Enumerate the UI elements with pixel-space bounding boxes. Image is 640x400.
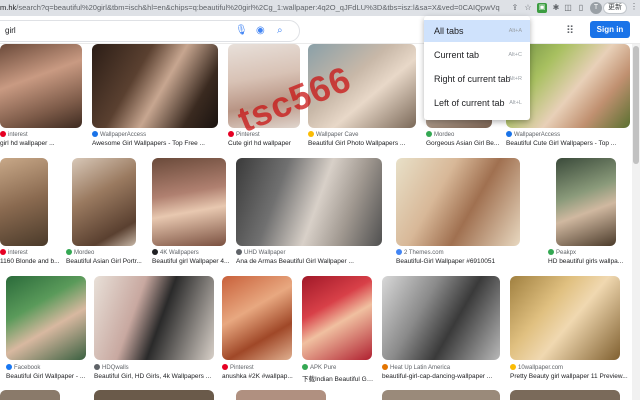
result-source: WallpaperAccess xyxy=(92,131,218,138)
result-source: WallpaperAccess xyxy=(506,131,630,138)
result-title[interactable]: HD beautiful girls wallpa... xyxy=(548,258,626,265)
page-scrollbar[interactable] xyxy=(632,44,640,400)
result-source: Mordeo xyxy=(426,131,494,138)
result-title[interactable]: Beautiful Girl Wallpaper - ... xyxy=(6,373,86,380)
result-source: Wallpaper Cave xyxy=(308,131,416,138)
result-thumbnail[interactable] xyxy=(510,390,620,400)
tab-search-icon[interactable]: ◫ xyxy=(563,3,573,13)
result-source: Mordeo xyxy=(66,249,144,256)
result-thumbnail[interactable] xyxy=(94,390,214,400)
extension-tab-icon[interactable]: ▣ xyxy=(537,3,547,13)
result-thumbnail[interactable] xyxy=(382,276,500,360)
tab-scope-menu: All tabs Alt+A Current tab Alt+C Right of … xyxy=(424,16,530,120)
result-thumbnail[interactable] xyxy=(0,158,48,246)
result-thumbnail[interactable] xyxy=(0,44,82,128)
result-title[interactable]: Gorgeous Asian Girl Be... xyxy=(426,140,504,147)
result-title[interactable]: Ana de Armas Beautiful Girl Wallpaper ..… xyxy=(236,258,382,265)
result-thumbnail[interactable] xyxy=(396,158,520,246)
share-icon[interactable]: ⇪ xyxy=(510,3,520,13)
search-header: girl 🎙 ◉ ⌕ ⠿ Sign in xyxy=(0,16,640,44)
result-source: Facebook xyxy=(6,364,86,371)
update-button[interactable]: 更新 xyxy=(603,2,627,14)
result-source: Heat Up Latin America xyxy=(382,364,500,371)
menu-item-left-of-current-tab[interactable]: Left of current tab Alt+L xyxy=(424,92,530,114)
result-title[interactable]: Beautiful Cute Girl Wallpapers - Top ... xyxy=(506,140,630,147)
image-search-icon[interactable]: ◉ xyxy=(256,25,265,37)
result-thumbnail[interactable] xyxy=(302,276,372,360)
menu-item-all-tabs[interactable]: All tabs Alt+A xyxy=(424,20,530,42)
search-box[interactable]: girl 🎙 ◉ ⌕ xyxy=(0,20,300,42)
result-title[interactable]: girl hd wallpaper ... xyxy=(0,140,82,147)
sign-in-button[interactable]: Sign in xyxy=(590,21,630,38)
result-thumbnail[interactable] xyxy=(6,276,86,360)
result-thumbnail[interactable] xyxy=(382,390,500,400)
result-source: 2 Themes.com xyxy=(396,249,520,256)
result-source: Peakpx xyxy=(548,249,626,256)
result-thumbnail[interactable] xyxy=(94,276,214,360)
result-title[interactable]: Beautiful-Girl Wallpaper #6910051 xyxy=(396,258,520,265)
result-title[interactable]: 1160 Blonde and b... xyxy=(0,258,60,265)
result-title[interactable]: 下载Indian Beautiful Gir... xyxy=(302,373,374,383)
result-thumbnail[interactable] xyxy=(222,276,292,360)
result-source: HDQwalls xyxy=(94,364,214,371)
result-source: interest xyxy=(0,249,60,256)
result-source: 4K Wallpapers xyxy=(152,249,230,256)
result-thumbnail[interactable] xyxy=(152,158,226,246)
browser-menu-icon[interactable]: ⋮ xyxy=(630,2,638,11)
search-icon[interactable]: ⌕ xyxy=(277,25,283,37)
result-source: UHD Wallpaper xyxy=(236,249,382,256)
result-thumbnail[interactable] xyxy=(236,158,382,246)
result-title[interactable]: Beautiful Girl Photo Wallpapers ... xyxy=(308,140,416,147)
url-field[interactable]: m.hk/search?q=beautiful%20girl&tbm=isch&… xyxy=(0,2,500,14)
result-title[interactable]: anushka #2K #wallpap... xyxy=(222,373,298,380)
result-title[interactable]: Beautiful girl Wallpaper 4... xyxy=(152,258,230,265)
result-source: Pinterest xyxy=(222,364,298,371)
apps-grid-icon[interactable]: ⠿ xyxy=(566,24,574,37)
menu-item-right-of-current-tab[interactable]: Right of current tab Alt+R xyxy=(424,68,530,90)
result-source: interest xyxy=(0,131,82,138)
scrollbar-thumb[interactable] xyxy=(633,46,639,164)
result-source: 10wallpaper.com xyxy=(510,364,628,371)
result-source: APK Pure xyxy=(302,364,374,371)
menu-item-current-tab[interactable]: Current tab Alt+C xyxy=(424,44,530,66)
profile-avatar[interactable]: T xyxy=(590,2,602,14)
result-thumbnail[interactable] xyxy=(510,276,620,360)
result-thumbnail[interactable] xyxy=(556,158,616,246)
search-input[interactable]: girl xyxy=(5,26,16,35)
result-title[interactable]: Beautiful Girl, HD Girls, 4k Wallpapers … xyxy=(94,373,214,380)
result-thumbnail[interactable] xyxy=(0,390,60,400)
voice-search-icon[interactable]: 🎙 xyxy=(235,25,248,37)
result-thumbnail[interactable] xyxy=(236,390,326,400)
browser-address-bar: m.hk/search?q=beautiful%20girl&tbm=isch&… xyxy=(0,0,640,16)
result-title[interactable]: beautiful-girl-cap-dancing-wallpaper ... xyxy=(382,373,500,380)
result-title[interactable]: Awesome Girl Wallpapers - Top Free ... xyxy=(92,140,218,147)
result-title[interactable]: Pretty Beauty girl wallpaper 11 Preview.… xyxy=(510,373,628,380)
puzzle-extensions-icon[interactable]: ✱ xyxy=(551,3,561,13)
bookmark-star-icon[interactable]: ☆ xyxy=(523,3,533,13)
result-thumbnail[interactable] xyxy=(92,44,218,128)
result-title[interactable]: Beautiful Asian Girl Portr... xyxy=(66,258,144,265)
result-title[interactable]: Cute girl hd wallpaper xyxy=(228,140,300,147)
result-thumbnail[interactable] xyxy=(72,158,136,246)
sidebar-icon[interactable]: ▯ xyxy=(576,3,586,13)
